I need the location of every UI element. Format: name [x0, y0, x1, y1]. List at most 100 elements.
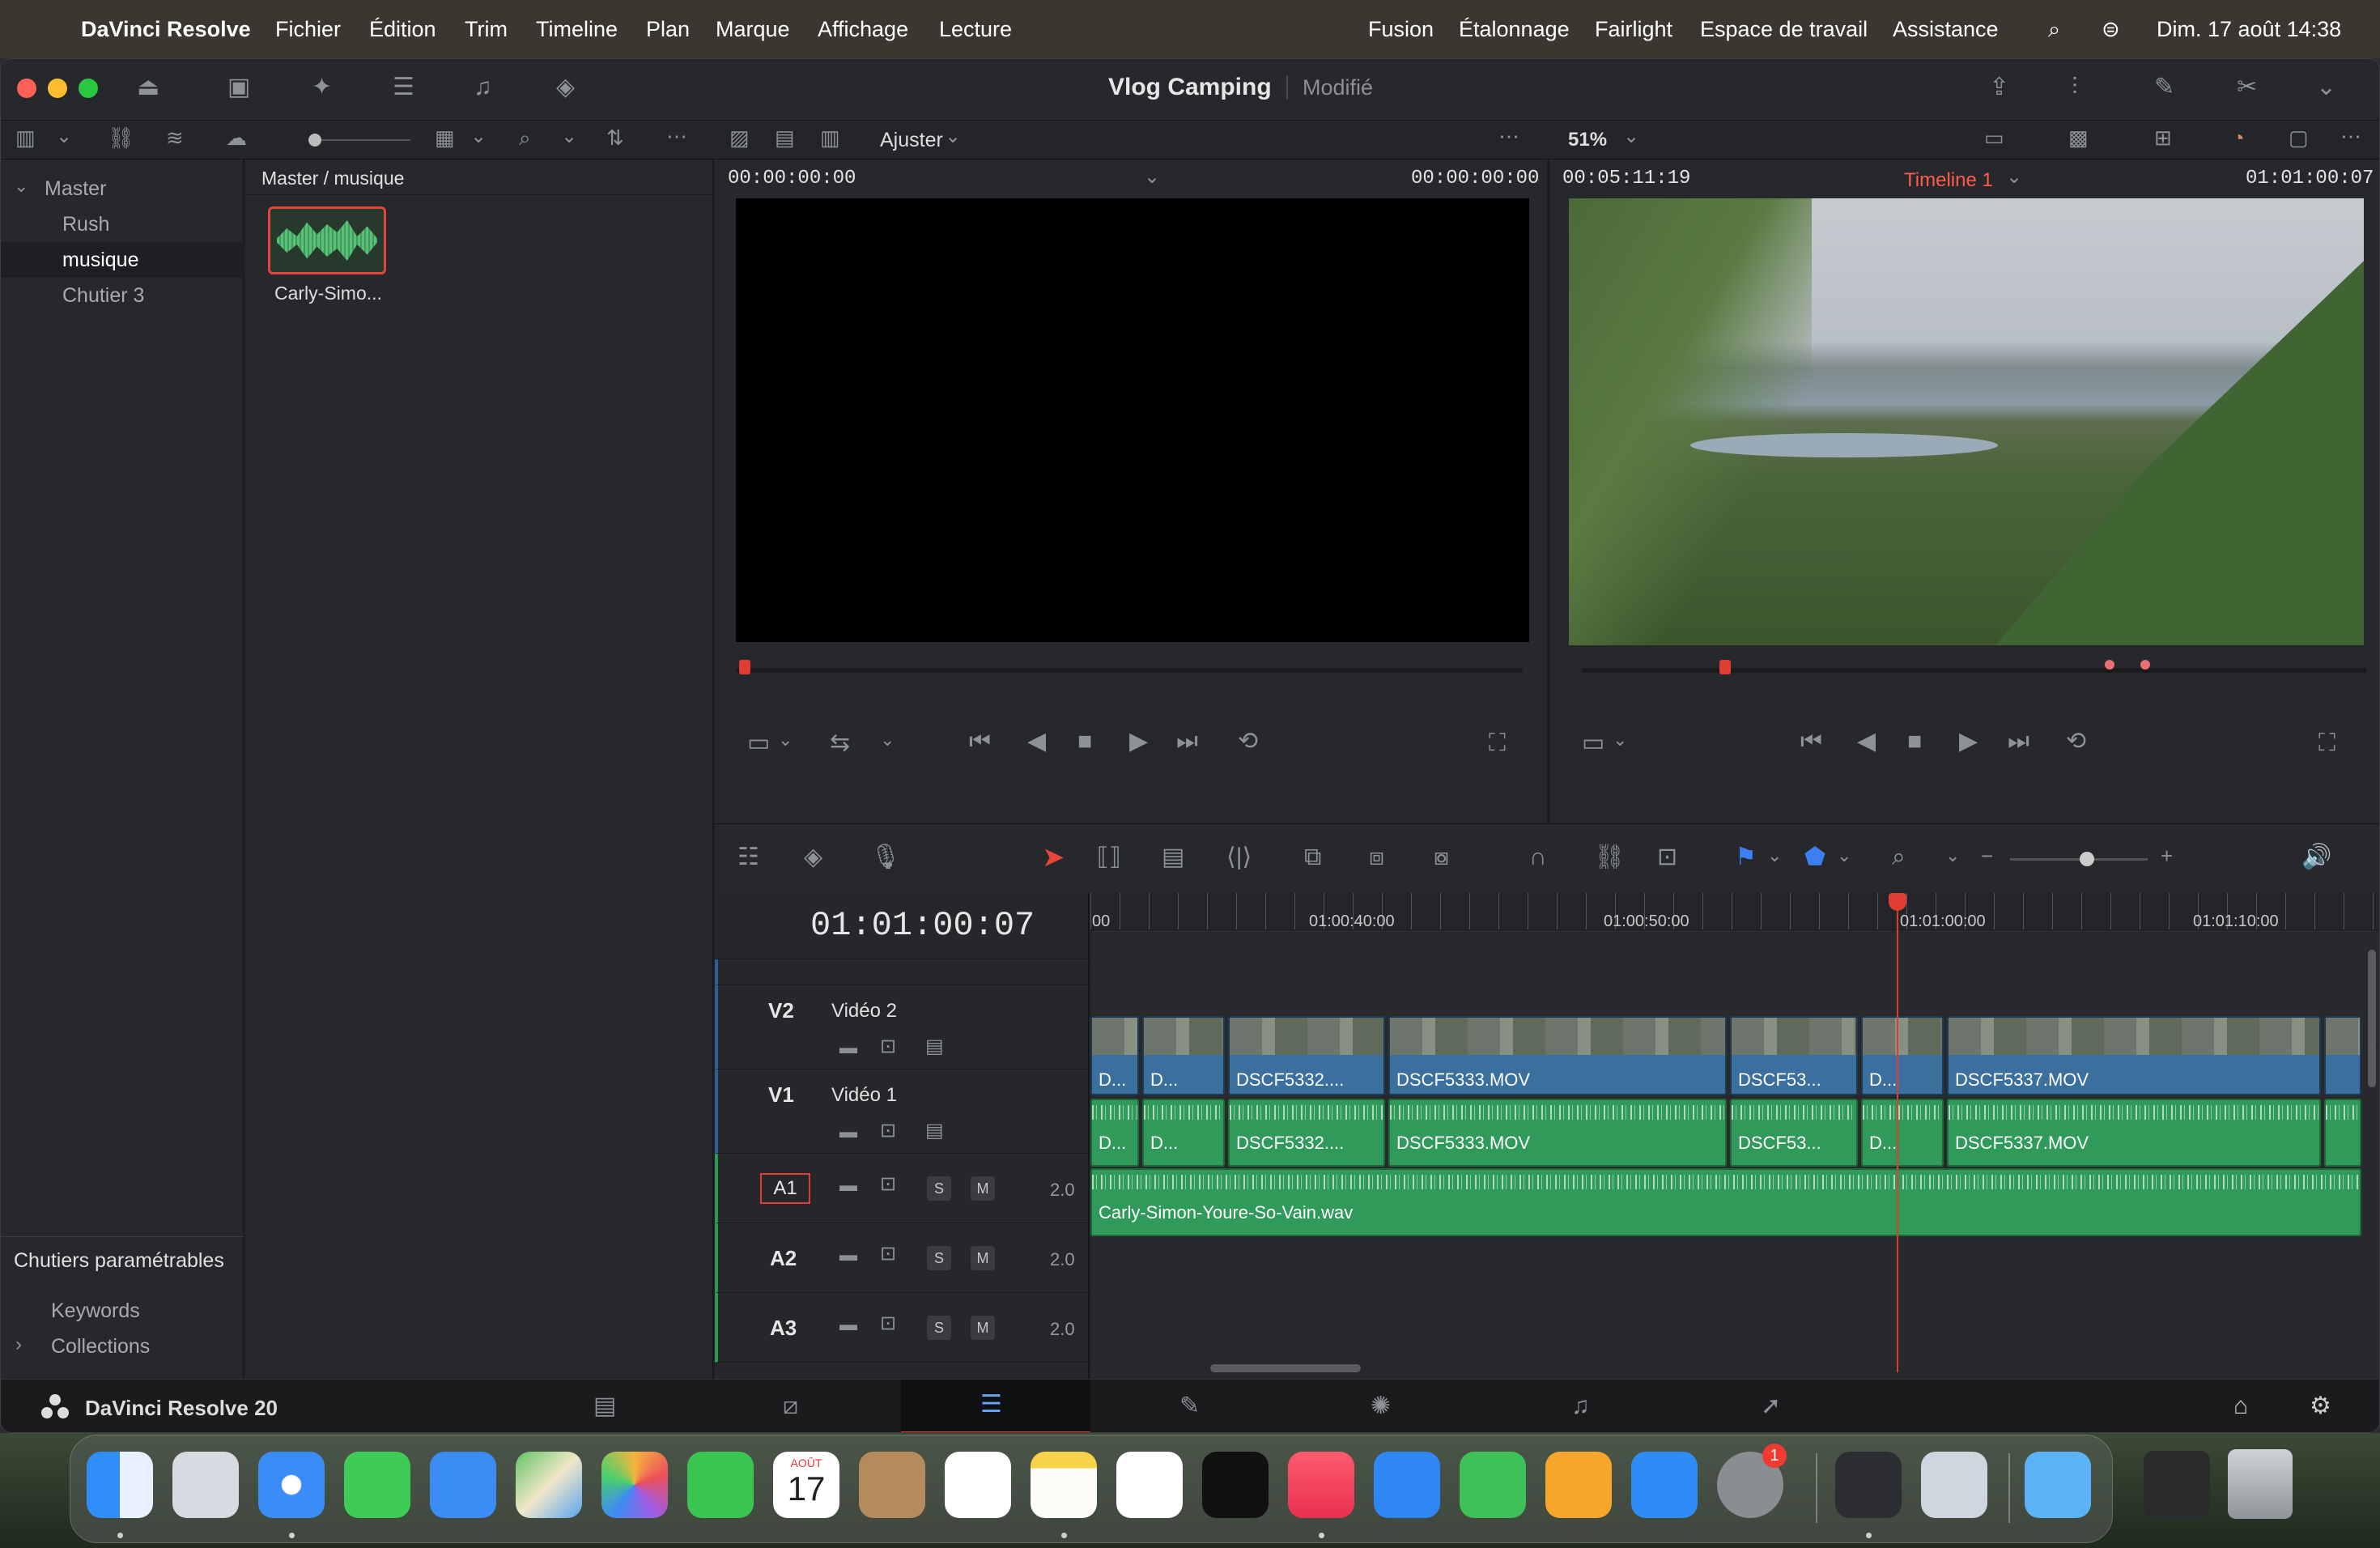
notes-icon[interactable]	[1031, 1452, 1097, 1518]
zoom-window-button[interactable]	[79, 79, 98, 98]
go-to-start-icon[interactable]: ⏮	[969, 729, 991, 754]
menu-clock[interactable]: Dim. 17 août 14:38	[2157, 0, 2341, 58]
home-icon[interactable]: ⌂	[2233, 1394, 2248, 1418]
grid-view-icon[interactable]: ▦	[435, 127, 455, 148]
fullscreen-icon[interactable]: ⛶	[1489, 731, 1506, 755]
go-to-end-icon[interactable]: ⏭	[1176, 729, 1198, 754]
play-icon[interactable]: ▶	[1959, 729, 1978, 754]
bin-musique[interactable]: musique	[1, 242, 244, 278]
finder-icon[interactable]	[87, 1452, 153, 1518]
mixer-icon[interactable]: ⫶	[2072, 75, 2078, 100]
deliver-page-icon[interactable]: ➚	[1761, 1394, 1781, 1418]
menu-edition[interactable]: Édition	[369, 0, 436, 58]
export-icon[interactable]: ⇪	[1989, 75, 2009, 100]
spotlight-search-icon[interactable]: ⌕	[2048, 0, 2060, 58]
mute-button[interactable]: M	[971, 1246, 995, 1270]
solo-button[interactable]: S	[927, 1246, 951, 1270]
menu-fairlight[interactable]: Fairlight	[1595, 0, 1672, 58]
audio-clip[interactable]	[2324, 1099, 2361, 1167]
auto-select-icon[interactable]: ⊡	[880, 1244, 896, 1264]
sidebar-toggle-icon[interactable]: ▥	[15, 127, 36, 148]
marker[interactable]	[2105, 660, 2114, 670]
chevron-right-icon[interactable]: ›	[15, 1335, 22, 1354]
reverse-play-icon[interactable]: ◀	[1027, 729, 1046, 754]
voiceover-mic-icon[interactable]: 🎙	[870, 845, 901, 870]
collapse-icon[interactable]: ⌄	[2316, 75, 2336, 100]
chevron-down-icon[interactable]: ⌄	[778, 731, 793, 749]
mute-button[interactable]: M	[971, 1316, 995, 1340]
menu-fusion[interactable]: Fusion	[1368, 0, 1434, 58]
flag-icon[interactable]: ⚑	[1735, 845, 1757, 870]
menu-marque[interactable]: Marque	[716, 0, 790, 58]
auto-select-icon[interactable]: ⊡	[880, 1037, 896, 1057]
menu-plan[interactable]: Plan	[646, 0, 690, 58]
color-page-icon[interactable]: ✺	[1371, 1394, 1391, 1418]
auto-select-icon[interactable]: ⊡	[880, 1121, 896, 1141]
smart-bin-keywords[interactable]: Keywords	[1, 1293, 244, 1329]
messages-icon[interactable]	[344, 1452, 410, 1518]
insert-clip-icon[interactable]: ⧉	[1304, 845, 1321, 870]
track-name[interactable]: Vidéo 2	[831, 1000, 897, 1023]
auto-select-icon[interactable]: ⊡	[880, 1175, 896, 1194]
audio-clip[interactable]: DSCF5333.MOV	[1388, 1099, 1727, 1167]
safe-area-icon[interactable]: ▭	[1984, 127, 2004, 148]
app-store-icon[interactable]	[1631, 1452, 1698, 1518]
menu-app-name[interactable]: DaVinci Resolve	[81, 0, 251, 58]
search-icon[interactable]: ⌕	[519, 127, 531, 148]
close-window-button[interactable]	[17, 79, 36, 98]
smart-bin-collections[interactable]: Collections	[1, 1329, 244, 1364]
loop-icon[interactable]: ⟲	[1238, 729, 1258, 754]
horizontal-scrollbar[interactable]	[1210, 1364, 1361, 1372]
stop-icon[interactable]: ■	[1907, 729, 1922, 754]
audio-clip[interactable]: D...	[1861, 1099, 1944, 1167]
fx-wand-icon[interactable]: ✦	[312, 75, 332, 100]
effects-library-icon[interactable]: ▣	[227, 75, 250, 100]
more-options-icon[interactable]: ⋯	[1498, 125, 1519, 147]
video-clip[interactable]	[2324, 1016, 2361, 1095]
fusion-page-icon[interactable]: ✎	[1179, 1394, 1200, 1418]
edit-page-icon[interactable]: ☰	[980, 1393, 1002, 1417]
chevron-down-icon[interactable]: ⌄	[880, 731, 895, 749]
strip-view-icon[interactable]: ▥	[820, 127, 840, 148]
source-playhead[interactable]	[739, 660, 750, 674]
menu-fichier[interactable]: Fichier	[275, 0, 341, 58]
calendar-icon[interactable]: AOÛT 17	[773, 1452, 839, 1518]
audio-clip[interactable]: DSCF5337.MOV	[1947, 1099, 2321, 1167]
lock-icon[interactable]: ▬	[839, 1176, 857, 1194]
maps-icon[interactable]	[516, 1452, 582, 1518]
playhead-handle[interactable]	[1889, 893, 1906, 911]
track-visibility-icon[interactable]: ▤	[925, 1037, 944, 1057]
solo-button[interactable]: S	[927, 1316, 951, 1340]
launchpad-icon[interactable]	[172, 1452, 239, 1518]
timeline-playhead[interactable]	[1897, 895, 1898, 1372]
lock-icon[interactable]: ▬	[839, 1316, 857, 1333]
mute-button[interactable]: M	[971, 1176, 995, 1201]
viewer-mode-icon[interactable]: ▢	[2289, 127, 2309, 148]
match-frame-icon[interactable]: ⇆	[830, 731, 850, 755]
hq-icon[interactable]: ▩	[2068, 127, 2089, 148]
timeline-timecode[interactable]: 01:01:00:07	[810, 906, 1035, 945]
zoom-out-icon[interactable]: −	[1981, 845, 1993, 866]
clip-view-icon[interactable]: ▭	[747, 731, 770, 755]
program-scrubber[interactable]	[1582, 668, 2367, 673]
reminders-icon[interactable]	[945, 1452, 1011, 1518]
selection-tool-icon[interactable]: ➤	[1042, 844, 1065, 871]
auto-select-icon[interactable]: ⊡	[880, 1314, 896, 1333]
color-wheel-icon[interactable]: ◔	[2232, 127, 2245, 148]
media-pool-panel-icon[interactable]: ⏏	[137, 75, 159, 100]
menu-assistance[interactable]: Assistance	[1893, 0, 1999, 58]
menu-trim[interactable]: Trim	[465, 0, 508, 58]
track-name[interactable]: Vidéo 1	[831, 1084, 897, 1107]
source-scrubber[interactable]	[736, 668, 1523, 673]
zoom-slider[interactable]	[2080, 852, 2094, 866]
sound-library-icon[interactable]: ♫	[474, 75, 492, 100]
keynote-icon[interactable]	[1374, 1452, 1440, 1518]
position-lock-icon[interactable]: ⊡	[1657, 845, 1677, 870]
disk-utility-icon[interactable]	[1921, 1452, 1987, 1518]
go-to-start-icon[interactable]: ⏮	[1800, 729, 1822, 754]
blade-tool-icon[interactable]: ⟨|⟩	[1226, 845, 1252, 870]
apple-tv-icon[interactable]	[1202, 1452, 1269, 1518]
bin-chutier-3[interactable]: Chutier 3	[1, 278, 244, 313]
menu-espace-de-travail[interactable]: Espace de travail	[1700, 0, 1868, 58]
play-icon[interactable]: ▶	[1129, 729, 1148, 754]
